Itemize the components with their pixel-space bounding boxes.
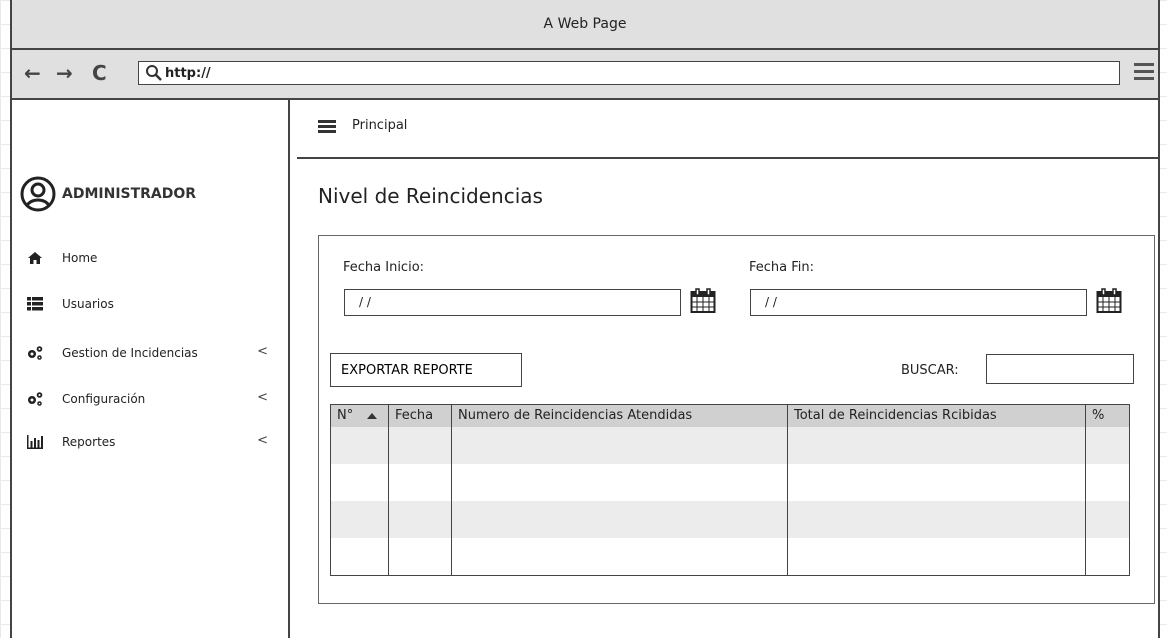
column-header-numero[interactable]: N°: [331, 405, 389, 427]
sidebar-item-label: Home: [62, 251, 98, 265]
avatar-icon: [20, 176, 56, 212]
calendar-icon[interactable]: [690, 288, 716, 314]
chevron-left-icon: <: [257, 344, 268, 359]
sidebar-item-label: Configuración: [62, 392, 146, 406]
sidebar-item-gestion-incidencias[interactable]: Gestion de Incidencias <: [26, 342, 276, 364]
back-arrow-icon[interactable]: ←: [24, 61, 41, 85]
user-name: ADMINISTRADOR: [62, 186, 197, 202]
sidebar-item-home[interactable]: Home: [26, 247, 276, 269]
fecha-fin-label: Fecha Fin:: [749, 260, 815, 275]
column-header-atendidas[interactable]: Numero de Reincidencias Atendidas: [452, 405, 788, 427]
column-header-fecha[interactable]: Fecha: [389, 405, 452, 427]
sidebar-item-label: Usuarios: [62, 297, 114, 311]
sidebar: ADMINISTRADOR Home Usuarios Gestion de I…: [12, 100, 290, 638]
table-row[interactable]: [331, 538, 1129, 575]
calendar-icon[interactable]: [1096, 288, 1122, 314]
list-icon: [26, 296, 44, 312]
top-navbar: Principal: [297, 100, 1158, 159]
fecha-inicio-label: Fecha Inicio:: [343, 260, 425, 275]
main-content: Principal Nivel de Reincidencias Fecha I…: [297, 100, 1158, 638]
page-title: Nivel de Reincidencias: [318, 184, 543, 208]
chevron-left-icon: <: [257, 390, 268, 405]
table-row[interactable]: [331, 464, 1129, 501]
cogs-icon: [26, 391, 44, 407]
table-body: [331, 427, 1129, 575]
table-row[interactable]: [331, 427, 1129, 464]
bar-chart-icon: [26, 434, 44, 450]
sidebar-item-configuracion[interactable]: Configuración <: [26, 388, 276, 410]
sidebar-item-label: Reportes: [62, 435, 116, 449]
export-report-button[interactable]: EXPORTAR REPORTE: [330, 353, 522, 387]
data-table: N° Fecha Numero de Reincidencias Atendid…: [330, 404, 1130, 576]
fecha-inicio-input[interactable]: / /: [344, 289, 681, 316]
breadcrumb[interactable]: Principal: [352, 118, 407, 133]
chevron-left-icon: <: [257, 433, 268, 448]
search-input[interactable]: [986, 354, 1134, 384]
reload-icon[interactable]: C: [92, 61, 107, 85]
buscar-label: BUSCAR:: [901, 363, 959, 378]
sidebar-item-label: Gestion de Incidencias: [62, 346, 198, 360]
sidebar-item-reportes[interactable]: Reportes <: [26, 431, 276, 453]
fecha-fin-input[interactable]: / /: [750, 289, 1087, 316]
sidebar-item-usuarios[interactable]: Usuarios: [26, 293, 276, 315]
table-header: N° Fecha Numero de Reincidencias Atendid…: [331, 405, 1129, 427]
column-header-porcentaje[interactable]: %: [1086, 405, 1129, 427]
url-input[interactable]: http://: [138, 61, 1120, 85]
browser-titlebar: A Web Page: [12, 0, 1158, 50]
window-title: A Web Page: [543, 16, 627, 32]
forward-arrow-icon[interactable]: →: [56, 61, 73, 85]
browser-menu-icon[interactable]: [1134, 63, 1154, 84]
browser-window: A Web Page ← → C http:// ADMINISTRADOR H…: [10, 0, 1160, 638]
user-profile: ADMINISTRADOR: [20, 176, 196, 212]
table-row[interactable]: [331, 501, 1129, 538]
browser-addressbar: ← → C http://: [12, 50, 1158, 100]
column-header-recibidas[interactable]: Total de Reincidencias Rcibidas: [788, 405, 1086, 427]
home-icon: [26, 250, 44, 266]
search-icon: [146, 65, 162, 81]
report-panel: Fecha Inicio: / / Fecha Fin: / / EXPORTA…: [318, 235, 1155, 604]
cogs-icon: [26, 345, 44, 361]
sort-asc-icon[interactable]: [367, 412, 378, 419]
url-text: http://: [165, 65, 211, 81]
menu-toggle-icon[interactable]: [318, 120, 336, 135]
